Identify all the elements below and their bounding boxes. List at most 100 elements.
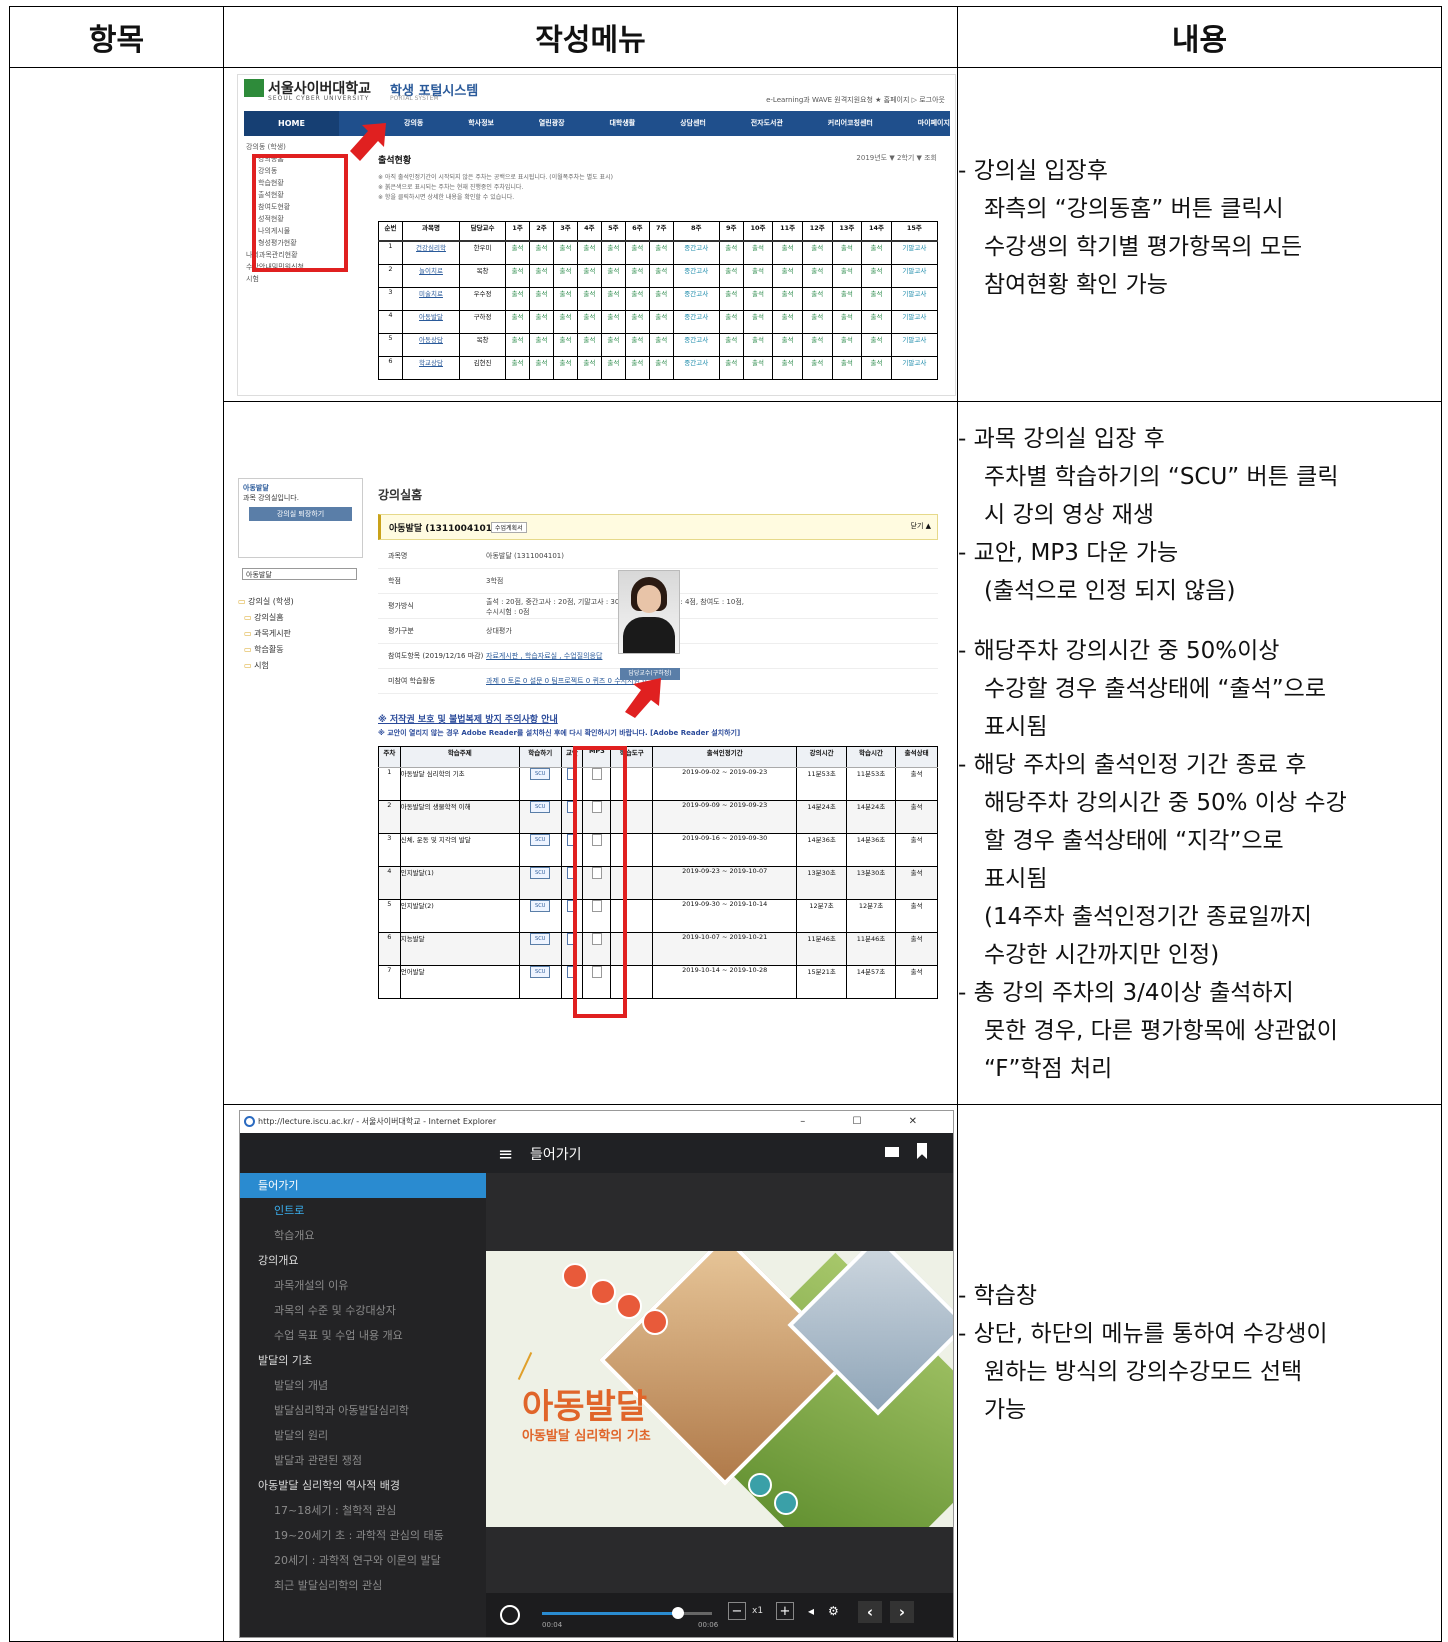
attendance-cell[interactable]: 출석 bbox=[718, 310, 744, 334]
scu-button[interactable]: SCU bbox=[530, 900, 551, 912]
attendance-cell[interactable]: 출석 bbox=[505, 264, 531, 288]
attendance-cell[interactable]: 출석 bbox=[861, 287, 892, 311]
attendance-cell[interactable]: 출석 bbox=[600, 287, 626, 311]
toc-item[interactable]: 발달과 관련된 쟁점 bbox=[240, 1448, 486, 1473]
attendance-cell[interactable]: 출석 bbox=[552, 287, 578, 311]
speed-down-button[interactable]: − bbox=[728, 1602, 746, 1620]
side-tree-item[interactable]: ▭ 과목게시판 bbox=[238, 626, 363, 642]
attendance-cell[interactable]: 출석 bbox=[648, 264, 674, 288]
attendance-cell[interactable]: 기말고사 bbox=[890, 287, 939, 311]
course-link[interactable]: 아동발달 bbox=[401, 310, 461, 334]
attendance-cell[interactable]: 출석 bbox=[600, 240, 626, 265]
course-link[interactable]: 아동상담 bbox=[401, 333, 461, 357]
attendance-cell[interactable]: 출석 bbox=[505, 356, 531, 380]
attendance-cell[interactable]: 출석 bbox=[552, 333, 578, 357]
attendance-cell[interactable]: 출석 bbox=[576, 240, 602, 265]
attendance-cell[interactable]: 출석 bbox=[742, 333, 774, 357]
nav-item[interactable]: 전자도서관 bbox=[751, 111, 783, 136]
prev-button[interactable]: ‹ bbox=[858, 1601, 882, 1623]
attendance-cell[interactable]: 출석 bbox=[600, 356, 626, 380]
attendance-cell[interactable]: 출석 bbox=[831, 264, 863, 288]
attendance-cell[interactable]: 기말고사 bbox=[890, 240, 939, 265]
volume-icon[interactable]: ◂ bbox=[808, 1604, 814, 1618]
scu-button[interactable]: SCU bbox=[530, 834, 551, 846]
attendance-cell[interactable]: 출석 bbox=[624, 287, 650, 311]
attendance-cell[interactable]: 출석 bbox=[861, 356, 892, 380]
attendance-cell[interactable]: 출석 bbox=[861, 333, 892, 357]
toc-item[interactable]: 아동발달 심리학의 역사적 배경 bbox=[240, 1473, 486, 1498]
attendance-cell[interactable]: 출석 bbox=[624, 333, 650, 357]
attendance-cell[interactable]: 출석 bbox=[831, 310, 863, 334]
attendance-cell[interactable]: 출석 bbox=[801, 240, 833, 265]
course-link[interactable]: 학교상담 bbox=[401, 356, 461, 380]
attendance-cell[interactable]: 출석 bbox=[576, 310, 602, 334]
attendance-cell[interactable]: 기말고사 bbox=[890, 333, 939, 357]
attendance-cell[interactable]: 중간고사 bbox=[672, 333, 720, 357]
nav-item[interactable]: 학사정보 bbox=[468, 111, 494, 136]
attendance-cell[interactable]: 출석 bbox=[576, 287, 602, 311]
menu-icon[interactable]: ≡ bbox=[498, 1144, 513, 1165]
scu-button[interactable]: SCU bbox=[530, 768, 551, 780]
copyright-notice[interactable]: ※ 저작권 보호 및 불법복제 방지 주의사항 안내 bbox=[378, 712, 558, 725]
toc-item[interactable]: 발달의 기초 bbox=[240, 1348, 486, 1373]
scu-button[interactable]: SCU bbox=[530, 966, 551, 978]
attendance-cell[interactable]: 출석 bbox=[576, 264, 602, 288]
attendance-cell[interactable]: 기말고사 bbox=[890, 310, 939, 334]
toc-item[interactable]: 발달의 원리 bbox=[240, 1423, 486, 1448]
toc-item[interactable]: 과목개설의 이유 bbox=[240, 1273, 486, 1298]
attendance-cell[interactable]: 출석 bbox=[600, 310, 626, 334]
scu-button[interactable]: SCU bbox=[530, 867, 551, 879]
collapse-button[interactable]: 닫기 ▲ bbox=[911, 521, 932, 531]
attendance-cell[interactable]: 출석 bbox=[505, 333, 531, 357]
attendance-cell[interactable]: 출석 bbox=[624, 240, 650, 265]
camera-icon[interactable] bbox=[885, 1147, 899, 1157]
info-value[interactable]: 자료게시판 , 학습자료실 , 수업질의응답 bbox=[486, 651, 602, 661]
attendance-cell[interactable]: 중간고사 bbox=[672, 287, 720, 311]
toc-item[interactable]: 들어가기 bbox=[240, 1173, 486, 1198]
toc-item[interactable]: 최근 발달심리학의 관심 bbox=[240, 1573, 486, 1598]
attendance-cell[interactable]: 출석 bbox=[718, 356, 744, 380]
attendance-cell[interactable]: 출석 bbox=[861, 310, 892, 334]
attendance-cell[interactable]: 출석 bbox=[648, 287, 674, 311]
attendance-cell[interactable]: 출석 bbox=[801, 356, 833, 380]
attendance-cell[interactable]: 출석 bbox=[529, 264, 554, 288]
attendance-cell[interactable]: 출석 bbox=[648, 310, 674, 334]
attendance-cell[interactable]: 출석 bbox=[831, 240, 863, 265]
nav-item[interactable]: 상담센터 bbox=[680, 111, 706, 136]
progress-bar[interactable] bbox=[542, 1607, 712, 1619]
bookmark-icon[interactable] bbox=[917, 1143, 927, 1159]
attendance-cell[interactable]: 출석 bbox=[718, 287, 744, 311]
attendance-cell[interactable]: 출석 bbox=[718, 240, 744, 265]
toc-item[interactable]: 수업 목표 및 수업 내용 개요 bbox=[240, 1323, 486, 1348]
nav-item[interactable]: 커리어코칭센터 bbox=[828, 111, 873, 136]
attendance-cell[interactable]: 출석 bbox=[718, 264, 744, 288]
attendance-cell[interactable]: 기말고사 bbox=[890, 356, 939, 380]
toc-item[interactable]: 20세기 : 과학적 연구와 이론의 발달 bbox=[240, 1548, 486, 1573]
attendance-cell[interactable]: 출석 bbox=[529, 287, 554, 311]
attendance-cell[interactable]: 출석 bbox=[772, 356, 803, 380]
attendance-cell[interactable]: 출석 bbox=[552, 240, 578, 265]
toc-item[interactable]: 발달심리학과 아동발달심리학 bbox=[240, 1398, 486, 1423]
attendance-cell[interactable]: 출석 bbox=[861, 240, 892, 265]
toc-item[interactable]: 19~20세기 초 : 과학적 관심의 태동 bbox=[240, 1523, 486, 1548]
toc-item[interactable]: 강의개요 bbox=[240, 1248, 486, 1273]
attendance-cell[interactable]: 출석 bbox=[576, 333, 602, 357]
attendance-cell[interactable]: 출석 bbox=[861, 264, 892, 288]
attendance-cell[interactable]: 출석 bbox=[648, 356, 674, 380]
attendance-cell[interactable]: 출석 bbox=[505, 310, 531, 334]
nav-item[interactable]: 마이페이지 bbox=[918, 111, 950, 136]
attendance-cell[interactable]: 출석 bbox=[801, 264, 833, 288]
attendance-cell[interactable]: 출석 bbox=[772, 333, 803, 357]
toc-item[interactable]: 발달의 개념 bbox=[240, 1373, 486, 1398]
attendance-cell[interactable]: 출석 bbox=[742, 264, 774, 288]
course-link[interactable]: 놀이치료 bbox=[401, 264, 461, 288]
nav-item[interactable]: 대학생활 bbox=[609, 111, 635, 136]
toc-item[interactable]: 과목의 수준 및 수강대상자 bbox=[240, 1298, 486, 1323]
toc-item[interactable]: 인트로 bbox=[240, 1198, 486, 1223]
attendance-cell[interactable]: 출석 bbox=[742, 287, 774, 311]
side-tree-item[interactable]: ▭ 강의실홈 bbox=[238, 610, 363, 626]
attendance-cell[interactable]: 출석 bbox=[801, 287, 833, 311]
attendance-cell[interactable]: 출석 bbox=[624, 264, 650, 288]
syllabus-button[interactable]: 수업계획서 bbox=[491, 522, 527, 533]
exit-room-button[interactable]: 강의실 퇴장하기 bbox=[249, 507, 352, 521]
